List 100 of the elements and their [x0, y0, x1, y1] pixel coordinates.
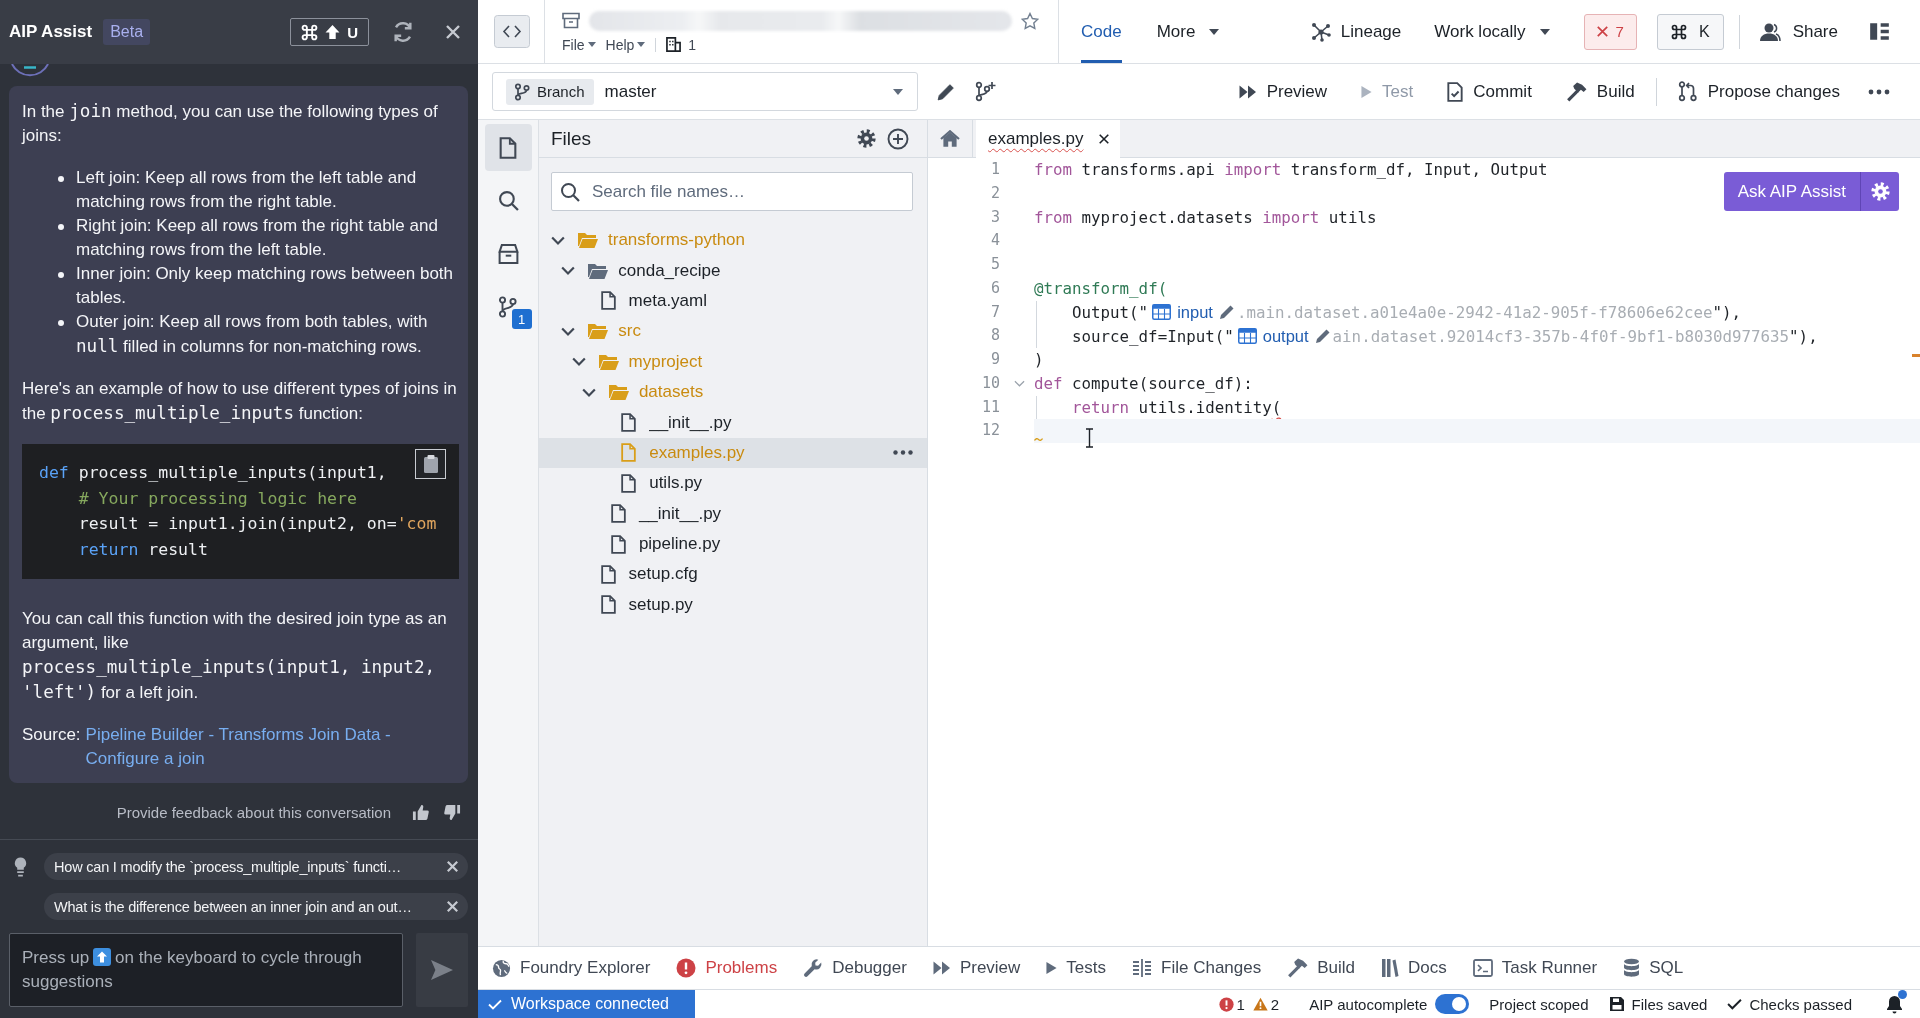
add-circle-icon[interactable] — [887, 127, 909, 150]
bullet-icon — [58, 176, 64, 182]
line-number: 12 — [980, 420, 1000, 442]
dataset-link[interactable]: input — [1152, 302, 1235, 322]
suggestion-chip[interactable]: How can I modify the `process_multiple_inputs` functi… — [44, 853, 468, 880]
tree-item[interactable]: meta.yaml — [539, 285, 927, 317]
up-arrow-key-icon — [93, 948, 112, 966]
folder-icon — [607, 383, 630, 402]
pencil-icon[interactable] — [1218, 304, 1235, 321]
source-link[interactable]: Pipeline Builder - Transforms Join Data - Configure a join — [85, 722, 459, 771]
tree-item[interactable]: setup.py — [539, 589, 927, 621]
tree-item[interactable]: __init__.py — [539, 407, 927, 438]
lineage-button[interactable]: Lineage — [1310, 21, 1402, 42]
branch-icon[interactable] — [498, 295, 518, 318]
dataset-link[interactable]: output — [1237, 326, 1331, 346]
changes-tab[interactable]: File Changes — [1132, 958, 1262, 978]
copy-button[interactable] — [415, 449, 446, 479]
tests-tab[interactable]: Tests — [1046, 958, 1107, 978]
close-icon[interactable] — [1099, 134, 1109, 144]
tree-item[interactable]: pipeline.py — [539, 528, 927, 560]
thumbs-down-icon[interactable] — [444, 804, 461, 822]
send-button[interactable] — [416, 933, 468, 1007]
search-icon[interactable] — [497, 190, 519, 211]
chevron-icon[interactable] — [581, 387, 596, 397]
pencil-icon[interactable] — [1314, 328, 1331, 345]
chevron-icon[interactable] — [551, 235, 565, 245]
save-icon — [1608, 996, 1625, 1012]
command-palette-button[interactable]: K — [1656, 13, 1724, 50]
package-icon[interactable] — [497, 243, 519, 264]
problems-tab[interactable]: Problems — [676, 958, 778, 978]
build-button[interactable]: Build — [1565, 81, 1635, 102]
share-button[interactable]: Share — [1758, 21, 1838, 42]
toggle-switch[interactable] — [1435, 994, 1470, 1014]
panel-layout-icon[interactable] — [1869, 22, 1890, 41]
errors-button[interactable]: 7 — [1583, 13, 1637, 50]
overview-ruler-marker — [1912, 354, 1920, 357]
propose-changes-button[interactable]: Propose changes — [1677, 81, 1840, 102]
ask-assist-button[interactable]: Ask AIP Assist — [1723, 172, 1861, 211]
alert-circle-icon — [676, 958, 697, 978]
hammer-icon — [1287, 958, 1309, 978]
suggestion-chip[interactable]: What is the difference between an inner join and an out… — [44, 893, 468, 920]
tree-item[interactable]: __init__.py — [539, 498, 927, 529]
workspace-status-button[interactable]: Workspace connected — [478, 990, 695, 1018]
tree-item[interactable]: utils.py — [539, 468, 927, 499]
star-icon[interactable] — [1021, 11, 1039, 30]
nav-tab[interactable]: Code — [1081, 0, 1122, 63]
more-icon[interactable] — [1868, 88, 1890, 95]
rail-tab[interactable] — [484, 124, 532, 171]
terminal-icon — [1472, 959, 1493, 977]
list-item-text: Outer join: Keep all rows from both tables, with null filled in columns for non-matching rows. — [76, 311, 429, 358]
pencil-icon[interactable] — [937, 82, 955, 101]
branch-select[interactable]: Branch master — [492, 72, 918, 111]
tree-item[interactable]: setup.cfg — [539, 559, 927, 590]
branch-plus-icon[interactable] — [975, 81, 997, 102]
double-play-icon — [1238, 84, 1257, 99]
commit-button[interactable]: Commit — [1447, 81, 1532, 102]
message-paragraph: You can call this function with the desired join type as an argument, like process_multiple_inputs(input1, input2, 'left') for a left join. — [22, 607, 448, 704]
debugger-tab[interactable]: Debugger — [803, 958, 907, 978]
search-icon — [560, 182, 580, 202]
nav-tab[interactable]: More — [1156, 0, 1220, 63]
preview-button[interactable]: Preview — [1238, 81, 1328, 102]
more-icon[interactable] — [893, 450, 913, 456]
file-icon[interactable] — [499, 136, 517, 159]
chevron-icon[interactable] — [561, 326, 576, 336]
building-icon[interactable] — [666, 37, 682, 52]
code-line: ) — [1034, 350, 1044, 370]
docs-tab[interactable]: Docs — [1381, 958, 1447, 978]
code-text: "), — [1712, 302, 1741, 322]
message-paragraph: Here's an example of how to use different types of joins in the process_multiple_inputs function: — [22, 378, 458, 425]
file-icon — [600, 291, 616, 311]
chevron-icon[interactable] — [571, 357, 586, 367]
caret-icon — [637, 42, 646, 47]
line-number: 7 — [989, 301, 1000, 323]
bell-icon[interactable] — [1886, 994, 1903, 1014]
editor-tab[interactable]: examples.py — [976, 120, 1120, 158]
settings-icon[interactable] — [856, 128, 877, 149]
thumbs-up-icon[interactable] — [412, 804, 429, 822]
work-locally-button[interactable]: Work locally — [1434, 21, 1550, 42]
build-tab[interactable]: Build — [1287, 958, 1355, 978]
refresh-icon[interactable] — [392, 21, 414, 43]
home-icon[interactable] — [940, 129, 960, 148]
tree-item[interactable]: conda_recipe — [539, 255, 927, 286]
beta-badge: Beta — [103, 19, 151, 45]
terminal-tab[interactable]: Task Runner — [1472, 958, 1598, 978]
assist-settings-button[interactable] — [1861, 172, 1899, 211]
explorer-tab[interactable]: Foundry Explorer — [492, 958, 651, 978]
code-icon[interactable] — [494, 15, 530, 48]
chevron-icon[interactable] — [561, 266, 576, 276]
message-input[interactable]: Press up on the keyboard to cycle through suggestions — [9, 933, 403, 1007]
preview-tab[interactable]: Preview — [932, 958, 1021, 978]
menu-button[interactable]: Help — [605, 36, 646, 53]
list-item-text: Right join: Keep all rows from the right table and matching rows from the left table. — [76, 215, 439, 261]
sql-tab[interactable]: SQL — [1623, 958, 1684, 978]
book-icon — [1381, 958, 1399, 978]
search-field[interactable]: Search file names… — [551, 172, 913, 211]
code-line: from myproject.datasets import utils — [1034, 207, 1377, 227]
split-list-icon — [1132, 958, 1153, 978]
menu-button[interactable]: File — [562, 36, 596, 53]
double-play-icon — [932, 961, 951, 975]
panel-title: AIP Assist — [9, 22, 93, 42]
